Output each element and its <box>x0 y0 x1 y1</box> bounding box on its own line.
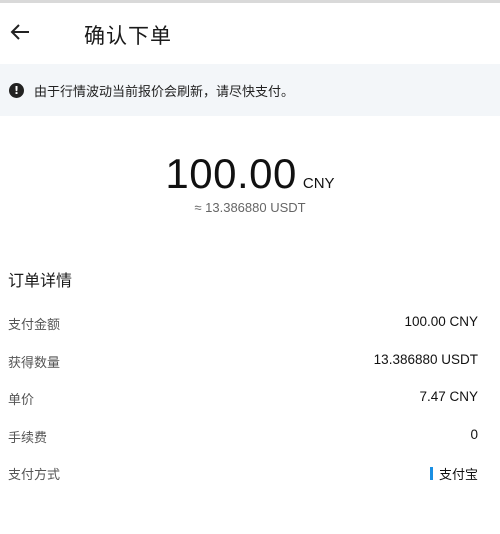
detail-row-payment-method[interactable]: 支付方式 支付宝 <box>0 456 500 494</box>
detail-label: 手续费 <box>8 430 48 446</box>
detail-label: 支付方式 <box>8 468 61 483</box>
info-icon: ! <box>9 82 24 98</box>
alipay-icon <box>429 467 433 480</box>
detail-label: 获得数量 <box>8 355 61 371</box>
detail-value: 0 <box>470 426 478 442</box>
notice-text: 由于行情波动当前报价会刷新，请尽快支付。 <box>34 84 295 100</box>
detail-label: 支付金额 <box>8 318 61 333</box>
detail-row-payment-amount: 支付金额 100.00 CNY <box>0 306 500 344</box>
amount-summary: 100.00 CNY ≈ 13.386880 USDT <box>0 150 500 215</box>
refresh-notice-banner: ! 由于行情波动当前报价会刷新，请尽快支付。 <box>0 64 500 116</box>
detail-value: 100.00 CNY <box>404 314 478 329</box>
back-button[interactable] <box>6 18 34 46</box>
arrow-left-icon <box>10 24 29 40</box>
order-details-title: 订单详情 <box>8 271 73 290</box>
amount-value: 100.00 <box>165 150 297 197</box>
page-title: 确认下单 <box>84 24 172 48</box>
detail-row-received-quantity: 获得数量 13.386880 USDT <box>0 344 500 382</box>
top-divider <box>0 0 500 3</box>
amount-unit: CNY <box>302 175 335 192</box>
detail-value: 13.386880 USDT <box>373 351 478 367</box>
header: 确认下单 <box>0 6 500 60</box>
detail-row-unit-price: 单价 7.47 CNY <box>0 381 500 419</box>
amount-equivalent: ≈ 13.386880 USDT <box>194 200 306 215</box>
detail-row-fee: 手续费 0 <box>0 419 500 457</box>
order-details-list: 支付金额 100.00 CNY 获得数量 13.386880 USDT 单价 7… <box>0 306 500 494</box>
detail-label: 单价 <box>8 393 35 408</box>
payment-method-value[interactable]: 支付宝 <box>429 464 478 483</box>
payment-method-name: 支付宝 <box>438 468 478 483</box>
detail-value: 7.47 CNY <box>419 389 478 404</box>
